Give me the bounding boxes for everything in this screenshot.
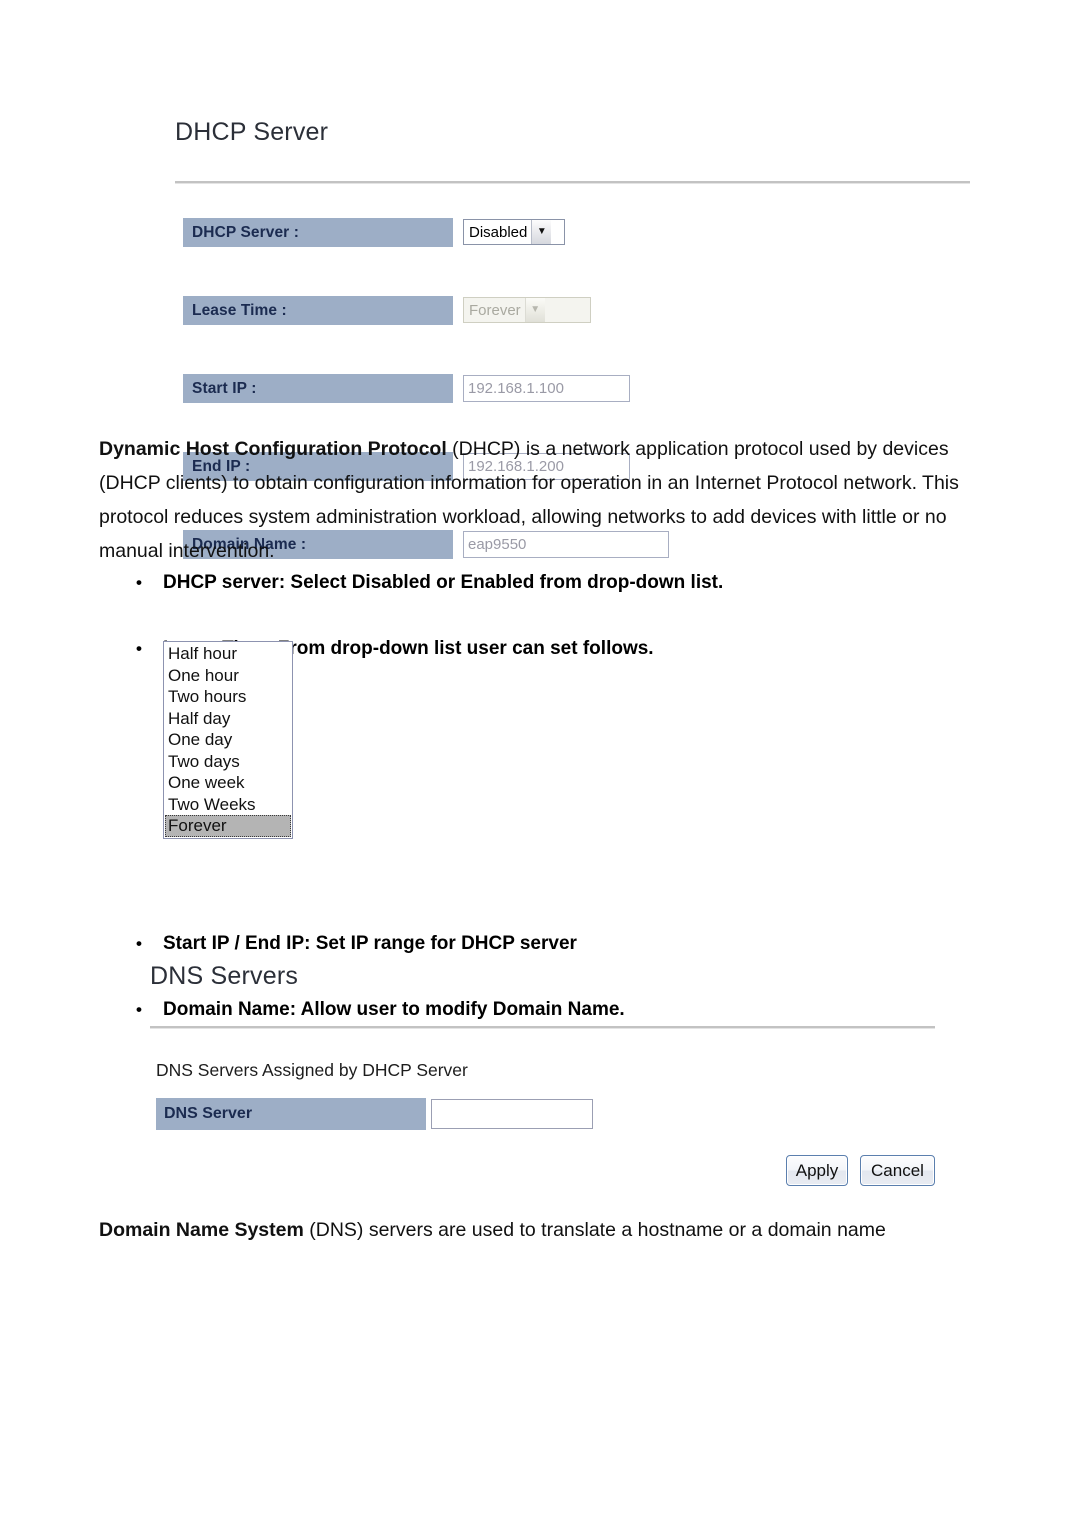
bullet-point-icon: • [136,639,142,658]
dns-description-body: (DNS) servers are used to translate a ho… [303,1219,886,1241]
form-row-domain-name: Domain Name : eap9550 [183,373,703,559]
bullet-dhcp-server-text: DHCP server: Select Disabled or Enabled … [163,572,724,593]
list-item[interactable]: Two days [165,751,291,773]
list-item[interactable]: One day [165,729,291,751]
bullet-point-icon: • [136,934,142,953]
form-row-end-ip: End IP : 192.168.1.200 [183,334,703,481]
bullet-domain-name: • Domain Name: Allow user to modify Doma… [133,993,1080,1026]
dns-server-input[interactable] [431,1099,593,1129]
dhcp-description-lead: Dynamic Host Configuration Protocol [99,438,447,460]
bullet-ip-range: • Start IP / End IP: Set IP range for DH… [133,927,1080,960]
list-item-selected[interactable]: Forever [165,815,291,837]
list-item[interactable]: Half hour [165,643,291,665]
dns-assigned-caption: DNS Servers Assigned by DHCP Server [156,1060,468,1080]
form-row-lease-time: Lease Time : Forever ▼ [183,256,703,325]
dns-description-paragraph: Domain Name System (DNS) servers are use… [99,1213,983,1247]
bullet-point-icon: • [136,1000,142,1019]
dhcp-form-table: DHCP Server : Disabled ▼ Lease Time : Fo… [183,217,703,559]
dhcp-section-title: DHCP Server [175,118,328,147]
dns-section-title-text: DNS Servers [150,962,299,990]
dns-server-row: DNS Server [156,1098,596,1132]
bullet-dhcp-server: • DHCP server: Select Disabled or Enable… [133,566,1080,599]
dns-section-title: DNS Servers [150,962,298,991]
list-item[interactable]: One week [165,772,291,794]
list-item[interactable]: Two hours [165,686,291,708]
label-dns-server: DNS Server [156,1098,426,1130]
list-item[interactable]: Half day [165,708,291,730]
bullet-point-icon: • [136,573,142,592]
dhcp-section-divider [175,181,970,184]
dhcp-server-select[interactable]: Disabled ▼ [463,219,565,245]
dhcp-section-title-text: DHCP Server [175,118,329,146]
chevron-down-icon: ▼ [531,220,552,244]
list-item[interactable]: One hour [165,665,291,687]
list-item[interactable]: Two Weeks [165,794,291,816]
lease-time-options-listbox[interactable]: Half hour One hour Two hours Half day On… [163,641,293,839]
dns-section-divider [150,1026,935,1029]
apply-button[interactable]: Apply [786,1155,848,1186]
dhcp-server-select-value: Disabled [469,223,528,241]
cancel-button[interactable]: Cancel [860,1155,935,1186]
dhcp-description-paragraph: Dynamic Host Configuration Protocol (DHC… [99,432,983,568]
value-dhcp-server: Disabled ▼ [463,217,565,247]
form-row-start-ip: Start IP : 192.168.1.100 [183,295,703,403]
bullet-ip-range-text: Start IP / End IP: Set IP range for DHCP… [163,933,577,954]
label-dhcp-server: DHCP Server : [183,217,453,247]
dns-description-lead: Domain Name System [99,1219,304,1241]
bullet-domain-name-text: Domain Name: Allow user to modify Domain… [163,999,625,1020]
form-row-dhcp-server: DHCP Server : Disabled ▼ [183,217,703,256]
